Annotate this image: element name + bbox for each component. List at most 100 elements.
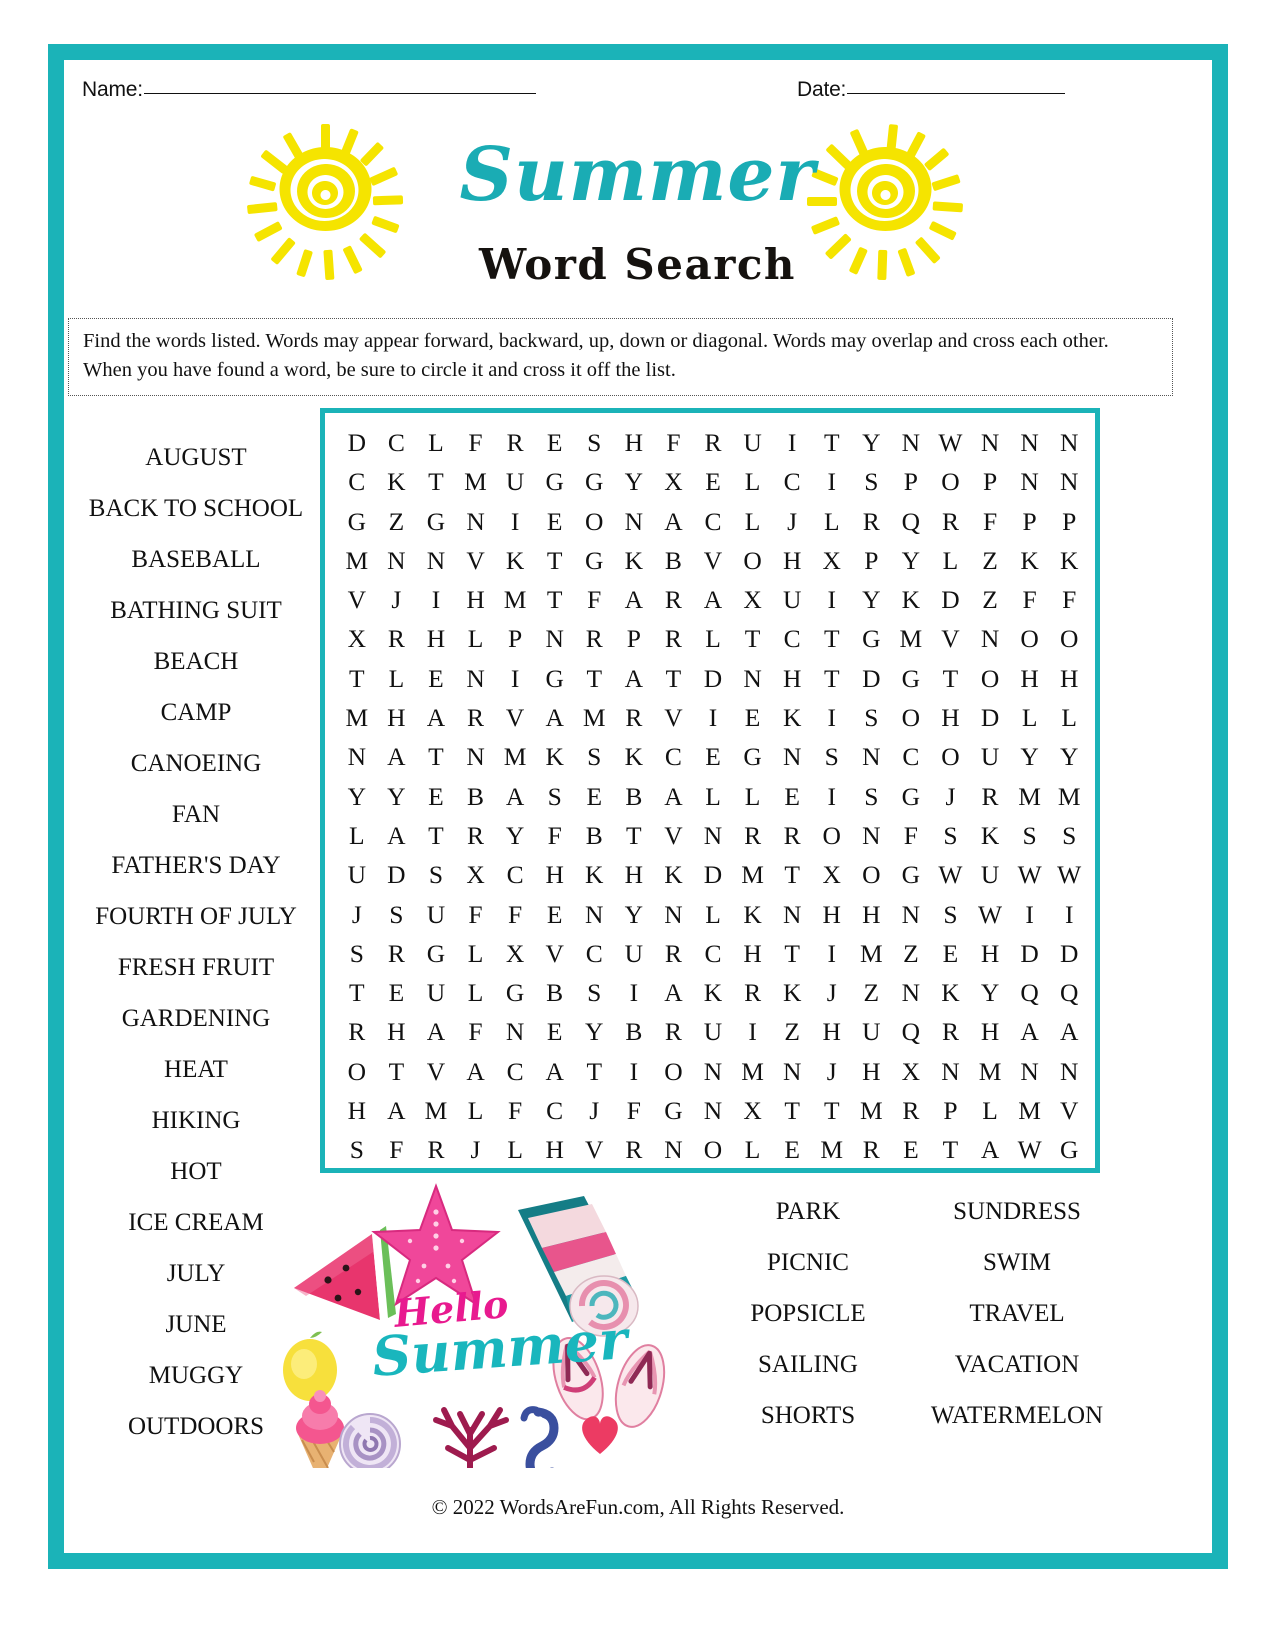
grid-letter[interactable]: H	[772, 659, 812, 698]
grid-letter[interactable]: F	[495, 895, 535, 934]
grid-letter[interactable]: X	[733, 580, 773, 619]
grid-letter[interactable]: T	[772, 934, 812, 973]
grid-letter[interactable]: N	[495, 1012, 535, 1051]
word-list-item[interactable]: CAMP	[70, 687, 322, 738]
grid-letter[interactable]: L	[1010, 698, 1050, 737]
grid-letter[interactable]: Z	[891, 934, 931, 973]
grid-letter[interactable]: I	[1010, 895, 1050, 934]
word-list-item[interactable]: GARDENING	[70, 993, 322, 1044]
grid-letter[interactable]: R	[337, 1012, 377, 1051]
grid-letter[interactable]: O	[931, 462, 971, 501]
grid-letter[interactable]: D	[337, 423, 377, 462]
grid-letter[interactable]: S	[812, 737, 852, 776]
grid-letter[interactable]: N	[377, 541, 417, 580]
grid-letter[interactable]: B	[535, 973, 575, 1012]
grid-letter[interactable]: X	[733, 1091, 773, 1130]
grid-letter[interactable]: K	[535, 737, 575, 776]
grid-letter[interactable]: R	[733, 973, 773, 1012]
grid-letter[interactable]: N	[891, 895, 931, 934]
grid-letter[interactable]: M	[852, 934, 892, 973]
word-list-item[interactable]: HEAT	[70, 1044, 322, 1095]
grid-letter[interactable]: X	[337, 619, 377, 658]
grid-letter[interactable]: L	[495, 1130, 535, 1169]
grid-letter[interactable]: N	[970, 423, 1010, 462]
grid-letter[interactable]: L	[693, 619, 733, 658]
grid-letter[interactable]: Z	[852, 973, 892, 1012]
grid-letter[interactable]: R	[852, 1130, 892, 1169]
grid-letter[interactable]: O	[812, 816, 852, 855]
word-list-item[interactable]: VACATION	[918, 1339, 1116, 1390]
grid-letter[interactable]: H	[733, 934, 773, 973]
grid-letter[interactable]: F	[970, 502, 1010, 541]
grid-letter[interactable]: G	[654, 1091, 694, 1130]
grid-letter[interactable]: E	[693, 462, 733, 501]
grid-letter[interactable]: V	[574, 1130, 614, 1169]
grid-letter[interactable]: E	[535, 1012, 575, 1051]
grid-letter[interactable]: K	[931, 973, 971, 1012]
grid-letter[interactable]: K	[574, 855, 614, 894]
grid-letter[interactable]: V	[931, 619, 971, 658]
grid-letter[interactable]: M	[495, 737, 535, 776]
grid-letter[interactable]: R	[614, 698, 654, 737]
grid-letter[interactable]: B	[614, 777, 654, 816]
grid-letter[interactable]: D	[693, 855, 733, 894]
grid-letter[interactable]: Q	[1010, 973, 1050, 1012]
grid-letter[interactable]: N	[1010, 1052, 1050, 1091]
grid-letter[interactable]: G	[852, 619, 892, 658]
grid-letter[interactable]: T	[812, 659, 852, 698]
word-search-grid-box[interactable]: DCLFRESHFRUITYNWNNNCKTMUGGYXELCISPOPNNGZ…	[320, 408, 1100, 1173]
grid-letter[interactable]: E	[733, 698, 773, 737]
grid-letter[interactable]: Q	[1049, 973, 1089, 1012]
grid-letter[interactable]: T	[535, 580, 575, 619]
grid-letter[interactable]: W	[1010, 1130, 1050, 1169]
grid-letter[interactable]: B	[574, 816, 614, 855]
grid-letter[interactable]: T	[337, 659, 377, 698]
word-list-item[interactable]: BASEBALL	[70, 534, 322, 585]
grid-letter[interactable]: T	[812, 619, 852, 658]
grid-letter[interactable]: M	[812, 1130, 852, 1169]
grid-letter[interactable]: I	[812, 580, 852, 619]
grid-letter[interactable]: I	[1049, 895, 1089, 934]
grid-letter[interactable]: X	[891, 1052, 931, 1091]
grid-letter[interactable]: S	[416, 855, 456, 894]
grid-letter[interactable]: Z	[970, 580, 1010, 619]
grid-letter[interactable]: T	[654, 659, 694, 698]
grid-letter[interactable]: J	[337, 895, 377, 934]
grid-letter[interactable]: S	[1010, 816, 1050, 855]
grid-letter[interactable]: R	[614, 1130, 654, 1169]
grid-letter[interactable]: K	[377, 462, 417, 501]
grid-letter[interactable]: D	[377, 855, 417, 894]
grid-letter[interactable]: A	[495, 777, 535, 816]
grid-letter[interactable]: Y	[1010, 737, 1050, 776]
grid-letter[interactable]: T	[535, 541, 575, 580]
grid-letter[interactable]: P	[1010, 502, 1050, 541]
grid-letter[interactable]: N	[693, 1091, 733, 1130]
grid-letter[interactable]: T	[772, 855, 812, 894]
grid-letter[interactable]: M	[970, 1052, 1010, 1091]
grid-letter[interactable]: G	[733, 737, 773, 776]
grid-letter[interactable]: A	[654, 973, 694, 1012]
grid-letter[interactable]: A	[970, 1130, 1010, 1169]
grid-letter[interactable]: K	[733, 895, 773, 934]
name-input-line[interactable]	[143, 93, 536, 94]
word-list-item[interactable]: FRESH FRUIT	[70, 942, 322, 993]
grid-letter[interactable]: L	[456, 619, 496, 658]
grid-letter[interactable]: T	[931, 659, 971, 698]
grid-letter[interactable]: F	[891, 816, 931, 855]
grid-letter[interactable]: P	[852, 541, 892, 580]
grid-letter[interactable]: A	[654, 777, 694, 816]
grid-letter[interactable]: M	[416, 1091, 456, 1130]
grid-letter[interactable]: Z	[772, 1012, 812, 1051]
grid-letter[interactable]: N	[654, 1130, 694, 1169]
grid-letter[interactable]: R	[574, 619, 614, 658]
grid-letter[interactable]: G	[416, 934, 456, 973]
grid-letter[interactable]: I	[733, 1012, 773, 1051]
grid-letter[interactable]: U	[614, 934, 654, 973]
grid-letter[interactable]: N	[456, 502, 496, 541]
grid-letter[interactable]: O	[891, 698, 931, 737]
grid-letter[interactable]: I	[693, 698, 733, 737]
grid-letter[interactable]: W	[1049, 855, 1089, 894]
grid-letter[interactable]: P	[1049, 502, 1089, 541]
grid-letter[interactable]: X	[654, 462, 694, 501]
grid-letter[interactable]: C	[574, 934, 614, 973]
